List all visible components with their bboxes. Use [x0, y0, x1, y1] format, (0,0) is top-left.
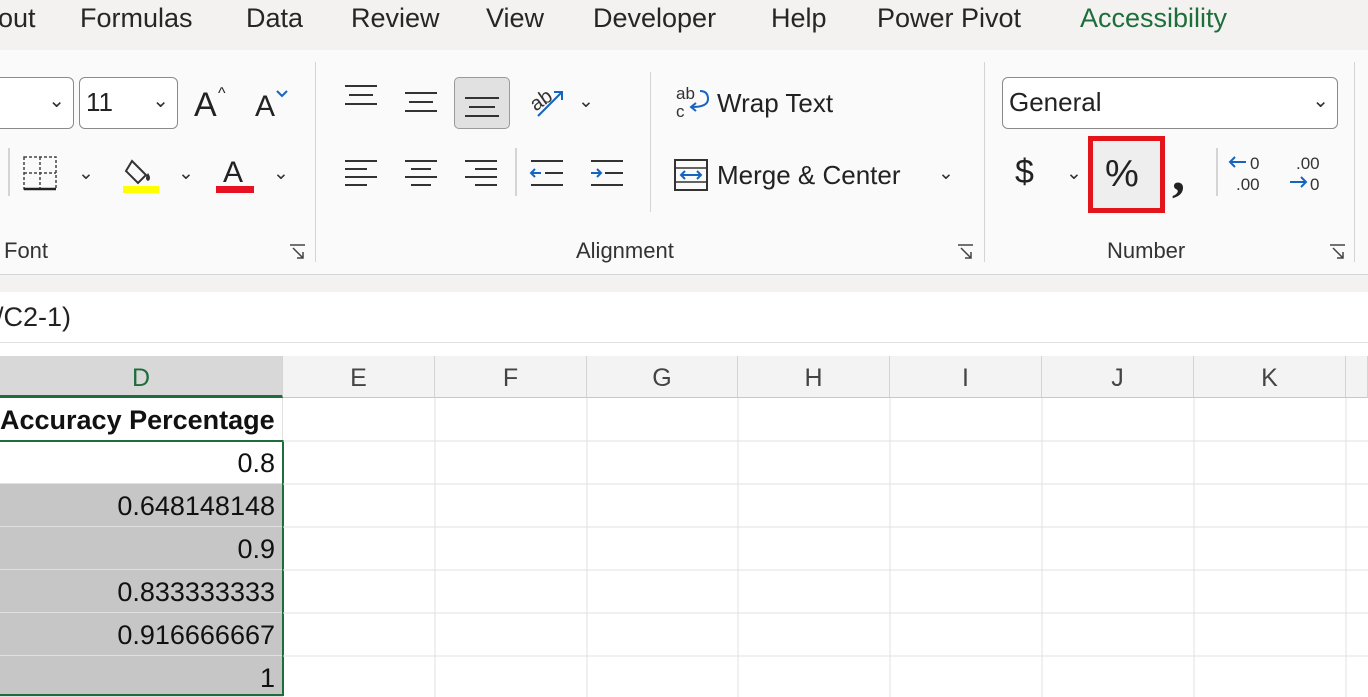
decrease-indent-icon[interactable] [529, 158, 565, 190]
svg-text:.00: .00 [1296, 154, 1320, 173]
orientation-icon[interactable]: ab [526, 82, 568, 122]
align-right-icon[interactable] [463, 158, 499, 190]
dialog-launcher-icon[interactable] [1329, 244, 1345, 260]
chevron-down-icon: ⌄ [152, 90, 169, 112]
column-header-k[interactable]: K [1194, 356, 1346, 398]
column-header-i[interactable]: I [890, 356, 1042, 398]
svg-text:c: c [676, 102, 685, 121]
column-header-partial[interactable] [1346, 356, 1368, 398]
tab-formulas[interactable]: Formulas [80, 3, 193, 34]
font-group-label: Font [4, 238, 49, 263]
number-format-combo[interactable]: General ⌄ [1002, 77, 1338, 129]
ribbon: ⌄ 11 ⌄ A ^ A ⌄ ⌄ A ⌄ Font ab ⌄ ab c Wrap… [0, 50, 1368, 275]
tab-data[interactable]: Data [246, 3, 303, 34]
separator [1216, 148, 1218, 196]
merge-center-icon[interactable] [673, 158, 709, 192]
tab-view[interactable]: View [486, 3, 544, 34]
svg-text:ab: ab [676, 84, 695, 103]
increase-decimal-icon[interactable]: 0.00 [1228, 154, 1270, 194]
worksheet-grid: D E F G H I J K Accuracy Percentage 0.8 … [0, 356, 1368, 697]
column-header-e[interactable]: E [283, 356, 435, 398]
percent-icon: % [1105, 153, 1139, 195]
svg-text:A: A [223, 156, 243, 189]
increase-font-size-icon[interactable]: A ^ [192, 80, 232, 124]
separator [650, 72, 651, 212]
align-top-icon[interactable] [343, 83, 379, 111]
column-header-g[interactable]: G [587, 356, 738, 398]
decrease-font-size-icon[interactable]: A [253, 83, 293, 123]
align-middle-icon[interactable] [403, 88, 439, 118]
tab-layout[interactable]: out [0, 3, 36, 34]
cell-d5[interactable]: 0.833333333 [0, 570, 283, 613]
currency-icon[interactable]: $ [1015, 153, 1034, 192]
font-color-icon[interactable]: A [215, 152, 255, 194]
alignment-group-label: Alignment [576, 238, 674, 263]
font-name-combo[interactable]: ⌄ [0, 77, 74, 129]
chevron-down-icon[interactable]: ⌄ [178, 162, 194, 185]
formula-bar[interactable]: /C2-1) [0, 292, 1368, 343]
column-header-d[interactable]: D [0, 356, 283, 398]
chevron-down-icon: ⌄ [1312, 90, 1329, 112]
cell-d7[interactable]: 1 [0, 656, 283, 697]
cell-d1[interactable]: Accuracy Percentage [0, 398, 283, 441]
column-header-h[interactable]: H [738, 356, 890, 398]
number-group-label: Number [1107, 238, 1186, 263]
chevron-down-icon[interactable]: ⌄ [273, 162, 289, 185]
group-separator [1354, 62, 1355, 262]
percent-style-button[interactable]: % [1088, 136, 1165, 213]
merge-center-button[interactable]: Merge & Center [717, 160, 901, 191]
svg-text:.00: .00 [1236, 175, 1260, 194]
separator [8, 148, 10, 196]
font-size-combo[interactable]: 11 ⌄ [79, 77, 178, 129]
decrease-decimal-icon[interactable]: .00 0 [1288, 154, 1330, 194]
chevron-down-icon[interactable]: ⌄ [938, 162, 954, 185]
align-bottom-button[interactable] [454, 77, 510, 129]
ribbon-gap [0, 275, 1368, 292]
tab-review[interactable]: Review [351, 3, 440, 34]
chevron-down-icon[interactable]: ⌄ [78, 162, 94, 185]
svg-text:^: ^ [218, 85, 226, 102]
formula-text: /C2-1) [0, 302, 72, 332]
comma-style-icon[interactable]: , [1172, 144, 1185, 203]
align-center-icon[interactable] [403, 158, 439, 190]
increase-indent-icon[interactable] [589, 158, 625, 190]
dialog-launcher-icon[interactable] [289, 244, 305, 260]
tab-developer[interactable]: Developer [593, 3, 716, 34]
chevron-down-icon[interactable]: ⌄ [1066, 162, 1082, 185]
column-header-f[interactable]: F [435, 356, 587, 398]
svg-text:0: 0 [1250, 154, 1259, 173]
chevron-down-icon: ⌄ [48, 90, 65, 112]
cell-d6[interactable]: 0.916666667 [0, 613, 283, 656]
number-format-value: General [1009, 87, 1102, 117]
tab-accessibility[interactable]: Accessibility [1080, 3, 1227, 34]
borders-icon[interactable] [22, 155, 58, 191]
fill-color-icon[interactable] [122, 153, 162, 195]
cell-d3[interactable]: 0.648148148 [0, 484, 283, 527]
tab-help[interactable]: Help [771, 3, 827, 34]
wrap-text-icon[interactable]: ab c [674, 83, 710, 123]
separator [515, 148, 517, 196]
font-size-value: 11 [86, 87, 113, 117]
column-header-j[interactable]: J [1042, 356, 1194, 398]
dialog-launcher-icon[interactable] [957, 244, 973, 260]
cell-d4[interactable]: 0.9 [0, 527, 283, 570]
svg-text:0: 0 [1310, 175, 1319, 194]
group-separator [984, 62, 985, 262]
cell-d2[interactable]: 0.8 [0, 441, 283, 484]
ribbon-tab-bar: out Formulas Data Review View Developer … [0, 0, 1368, 50]
svg-text:A: A [255, 90, 275, 123]
empty-cells-gridlines [283, 398, 1368, 697]
tab-power-pivot[interactable]: Power Pivot [877, 3, 1021, 34]
group-separator [315, 62, 316, 262]
svg-text:A: A [194, 86, 217, 122]
chevron-down-icon[interactable]: ⌄ [578, 90, 594, 113]
align-bottom-icon [465, 97, 499, 117]
wrap-text-button[interactable]: Wrap Text [717, 88, 833, 119]
align-left-icon[interactable] [343, 158, 379, 190]
